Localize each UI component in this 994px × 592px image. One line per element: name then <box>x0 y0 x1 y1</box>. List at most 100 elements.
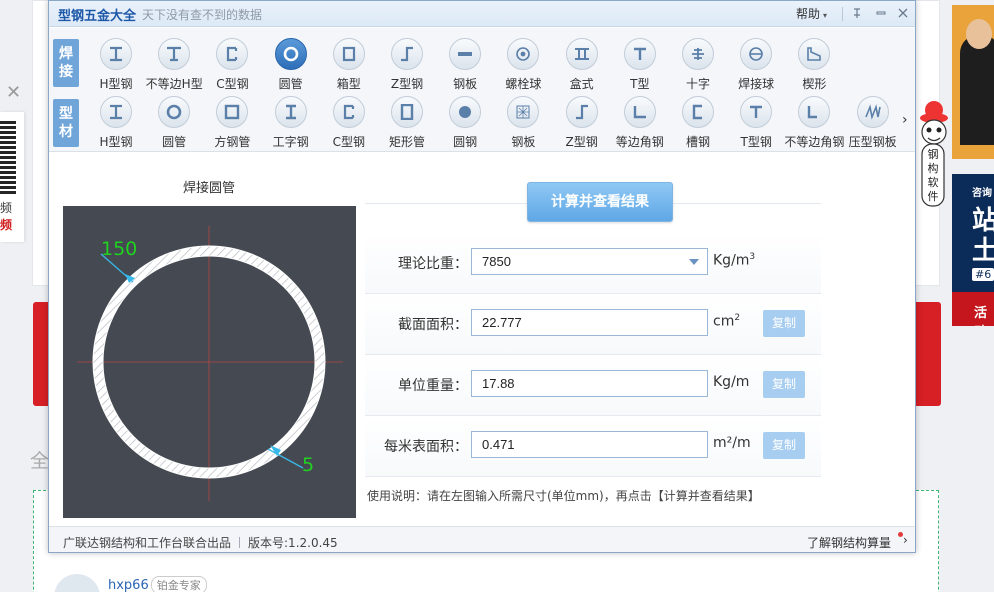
tool-welded-cross-section[interactable]: 十字 <box>669 38 727 92</box>
copy-button[interactable]: 复制 <box>763 371 805 398</box>
mascot-char: 件 <box>928 190 939 203</box>
chevron-down-icon: ▾ <box>823 11 828 20</box>
tool-welded-welded-ball[interactable]: 焊接球 <box>727 38 785 92</box>
titlebar-divider <box>842 7 843 21</box>
result-field[interactable]: 0.471 <box>471 431 708 458</box>
diameter-input[interactable]: 150 <box>101 238 137 260</box>
row-label-profile: 型材 <box>53 99 79 147</box>
channel-icon <box>682 96 714 128</box>
copy-button[interactable]: 复制 <box>763 310 805 337</box>
c-channel-icon <box>216 38 249 70</box>
tool-welded-h-beam[interactable]: H型钢 <box>87 38 145 92</box>
bolt-ball-icon <box>507 38 540 70</box>
tool-profile-square-tube[interactable]: 方钢管 <box>203 96 261 150</box>
wedge-icon <box>798 38 831 70</box>
help-menu-button[interactable]: 帮助 ▾ <box>796 5 827 22</box>
tool-profile-h-beam[interactable]: H型钢 <box>87 96 145 150</box>
learn-more-link[interactable]: 了解钢结构算量 <box>807 534 891 551</box>
main-content: 焊接圆管 150 5 计算并查看结果 理论比重： 7850 Kg/m3 截面面积… <box>49 153 915 526</box>
form-row: 截面面积： 22.777 cm2 复制 <box>365 294 821 355</box>
tool-label: 压型钢板 <box>848 135 897 149</box>
t-section-icon <box>740 96 773 128</box>
result-field[interactable]: 17.88 <box>471 370 708 397</box>
mascot-char: 构 <box>928 161 939 175</box>
dropdown-arrow-icon[interactable] <box>689 259 699 265</box>
right-ad-banner[interactable]: 咨询 站土 #6 活动 <box>952 174 994 326</box>
close-icon[interactable]: ✕ <box>6 82 21 103</box>
tool-welded-bolt-ball[interactable]: 螺栓球 <box>494 38 552 92</box>
app-slogan: 天下没有查不到的数据 <box>142 8 263 22</box>
tool-profile-z-section[interactable]: Z型钢 <box>553 96 611 150</box>
person-face <box>966 19 992 49</box>
density-select[interactable]: 7850 <box>471 248 708 275</box>
ad-tag: #6 <box>972 268 994 281</box>
equal-angle-icon <box>623 96 656 128</box>
field-label: 每米表面积： <box>384 439 468 455</box>
copy-button[interactable]: 复制 <box>763 432 805 459</box>
welded-ball-icon <box>740 38 773 70</box>
chevron-right-icon[interactable]: › <box>903 533 908 547</box>
person-image <box>960 35 994 145</box>
unit-label: cm2 <box>713 313 741 330</box>
tool-profile-round-bar[interactable]: 圆钢 <box>436 96 494 150</box>
tool-profile-i-beam[interactable]: 工字钢 <box>262 96 320 150</box>
tool-profile-round-pipe[interactable]: 圆管 <box>145 96 203 150</box>
tool-profile-equal-angle[interactable]: 等边角钢 <box>611 96 669 150</box>
tool-profile-t-section[interactable]: T型钢 <box>727 96 785 150</box>
tool-profile-rect-tube[interactable]: 矩形管 <box>378 96 436 150</box>
field-label: 截面面积： <box>398 317 468 333</box>
steel-plate-icon <box>449 38 482 70</box>
user-badge: 铂金专家 <box>150 576 207 592</box>
tool-welded-box-type[interactable]: 盒式 <box>553 38 611 92</box>
title-bar[interactable]: 型钢五金大全 天下没有查不到的数据 帮助 ▾ <box>49 1 915 27</box>
mascot-char: 软 <box>928 175 939 189</box>
tool-welded-unequal-h-beam[interactable]: 不等边H型 <box>145 38 203 92</box>
chevron-right-icon[interactable]: › <box>902 112 908 128</box>
ad-activity-text: 活动 <box>974 306 988 326</box>
pin-icon[interactable] <box>849 3 867 23</box>
tool-profile-profiled-sheet[interactable]: 压型钢板 <box>844 96 902 150</box>
tool-welded-round-pipe[interactable]: 圆管 <box>262 38 320 92</box>
result-field[interactable]: 22.777 <box>471 309 708 336</box>
checkered-plate-icon <box>507 96 540 128</box>
tool-profile-channel[interactable]: 槽钢 <box>669 96 727 150</box>
close-icon[interactable] <box>894 3 912 23</box>
right-ad-person[interactable] <box>952 5 994 159</box>
tool-profile-checkered-plate[interactable]: 钢板 <box>494 96 552 150</box>
tool-welded-steel-plate[interactable]: 钢板 <box>436 38 494 92</box>
tool-profile-unequal-angle[interactable]: 不等边角钢 <box>784 96 844 150</box>
unequal-angle-icon <box>798 96 831 128</box>
field-label: 理论比重： <box>398 256 468 272</box>
tool-welded-box-section[interactable]: 箱型 <box>320 38 378 92</box>
thickness-input[interactable]: 5 <box>302 454 314 476</box>
cross-section-figure[interactable]: 150 5 <box>63 206 356 518</box>
shape-toolbar: 焊接 型材 H型钢 不等边H型 C型钢 圆管 箱型 Z型钢 钢板 螺栓球 盒式 T型 十字 焊接球 楔形… <box>49 28 915 152</box>
minimize-icon[interactable] <box>872 3 890 23</box>
z-section-icon <box>391 38 423 70</box>
tool-welded-t-section[interactable]: T型 <box>611 38 669 92</box>
status-bar: 广联达钢结构和工作台联合出品 版本号:1.2.0.45 了解钢结构算量 › <box>49 526 915 552</box>
h-beam-icon <box>100 96 132 128</box>
i-beam-icon <box>274 96 307 128</box>
usage-instructions: 使用说明：请在左图输入所需尺寸(单位mm)，再点击【计算并查看结果】 <box>367 489 760 503</box>
box-section-icon <box>332 38 365 70</box>
unit-label: m²/m <box>713 435 751 451</box>
tool-welded-c-channel[interactable]: C型钢 <box>203 38 261 92</box>
app-title: 型钢五金大全 <box>58 9 137 24</box>
left-ad-text-red: 频 <box>0 218 13 232</box>
tool-welded-wedge[interactable]: 楔形 <box>785 38 843 92</box>
round-pipe-icon <box>158 96 191 128</box>
tool-label: 楔形 <box>802 77 827 91</box>
mascot-icon[interactable]: 钢 构 软 件 <box>914 98 952 210</box>
calculate-button[interactable]: 计算并查看结果 <box>527 182 673 222</box>
tool-profile-c-channel[interactable]: C型钢 <box>320 96 378 150</box>
status-divider <box>239 537 241 548</box>
box-type-icon <box>565 38 598 70</box>
status-info: 广联达钢结构和工作台联合出品 版本号:1.2.0.45 <box>63 534 338 551</box>
tool-welded-z-section[interactable]: Z型钢 <box>378 38 436 92</box>
form-row: 理论比重： 7850 Kg/m3 <box>365 233 821 294</box>
figure-title: 焊接圆管 <box>183 181 236 196</box>
bg-username[interactable]: hxp66 铂金专家 <box>108 576 207 592</box>
c-channel-icon <box>332 96 365 128</box>
t-section-icon <box>623 38 656 70</box>
